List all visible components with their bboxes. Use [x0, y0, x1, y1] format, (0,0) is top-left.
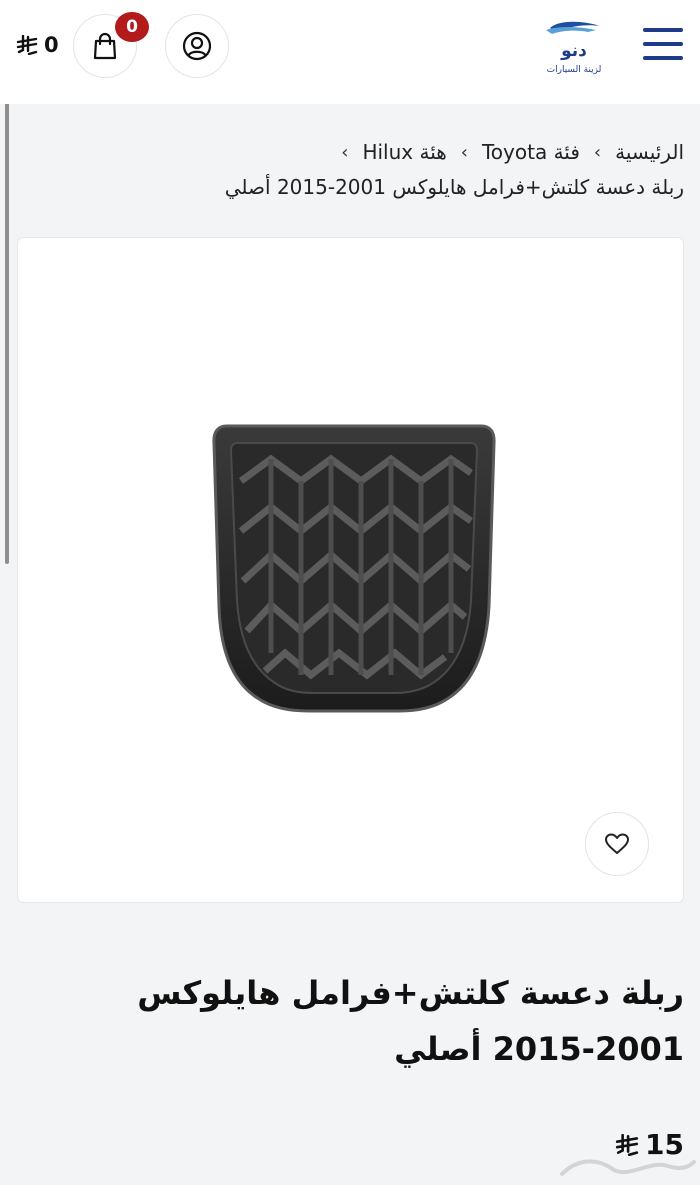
heart-icon	[605, 833, 629, 854]
account-button[interactable]	[165, 14, 229, 78]
hamburger-icon-bar	[643, 42, 683, 46]
breadcrumb-home[interactable]: الرئيسية	[615, 140, 684, 164]
product-title: ربلة دعسة كلتش+فرامل هايلوكس 2001-2015 أ…	[137, 974, 684, 1068]
chevron-left-icon: ›	[593, 141, 602, 163]
user-circle-icon	[182, 31, 212, 61]
svg-text:دنو: دنو	[560, 41, 587, 61]
hamburger-icon	[643, 28, 683, 32]
chevron-left-icon: ›	[341, 141, 349, 163]
brand-logo[interactable]: دنو لزينة السيارات	[538, 18, 610, 80]
svg-text:لزينة السيارات: لزينة السيارات	[547, 65, 602, 75]
cart-total-value: 0	[44, 33, 59, 57]
breadcrumb: الرئيسية › فئة Toyota › هئة Hilux ›	[341, 140, 684, 164]
shopping-bag-icon	[93, 32, 117, 60]
breadcrumb-category[interactable]: فئة Toyota	[482, 140, 580, 164]
riyal-icon	[16, 35, 38, 55]
page-scrollbar[interactable]	[5, 62, 9, 564]
wishlist-button[interactable]	[585, 812, 649, 876]
cart-total[interactable]: 0	[16, 33, 59, 57]
product-image	[212, 424, 496, 713]
hamburger-menu-button[interactable]	[641, 24, 685, 64]
breadcrumb-current: ربلة دعسة كلتش+فرامل هايلوكس 2001-2015 أ…	[224, 175, 684, 199]
brand-logo-graphic: دنو لزينة السيارات	[546, 21, 602, 75]
watermark-logo	[560, 1159, 696, 1176]
site-header: 0 0 دنو لزينة السيارات	[0, 0, 700, 104]
breadcrumb-subcategory[interactable]: هئة Hilux	[362, 140, 446, 164]
chevron-left-icon: ›	[460, 141, 468, 163]
product-image-card[interactable]	[17, 237, 684, 903]
cart-count-badge: 0	[115, 12, 149, 42]
hamburger-icon-bar	[643, 56, 683, 60]
